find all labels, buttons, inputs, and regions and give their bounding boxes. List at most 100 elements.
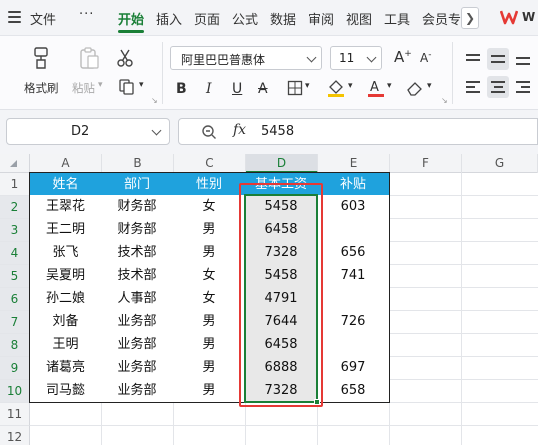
table-header-cell[interactable]: 性别 [173, 172, 246, 196]
copy-icon[interactable] [118, 78, 136, 96]
font-size-select[interactable]: 11 [330, 46, 382, 70]
row-header-3[interactable]: 3 [0, 219, 30, 242]
table-cell[interactable] [317, 333, 390, 357]
table-cell[interactable]: 张飞 [29, 241, 102, 265]
fx-icon[interactable]: fx [233, 122, 246, 138]
format-painter-icon[interactable] [30, 46, 52, 70]
table-cell[interactable]: 7644 [245, 310, 318, 334]
row-header-9[interactable]: 9 [0, 357, 30, 380]
table-header-cell[interactable]: 补贴 [317, 172, 390, 196]
row-header-4[interactable]: 4 [0, 242, 30, 265]
align-middle-icon[interactable] [487, 48, 509, 70]
fill-color-dropdown-icon[interactable]: ▾ [348, 81, 353, 91]
table-header-cell[interactable]: 基本工资 [245, 172, 318, 196]
column-header-a[interactable]: A [30, 154, 102, 173]
table-cell[interactable]: 财务部 [101, 195, 174, 219]
table-cell[interactable]: 王明 [29, 333, 102, 357]
table-cell[interactable]: 业务部 [101, 333, 174, 357]
border-dropdown-icon[interactable]: ▾ [305, 81, 310, 91]
table-cell[interactable]: 男 [173, 218, 246, 242]
table-cell[interactable]: 6458 [245, 218, 318, 242]
formula-value[interactable]: 5458 [261, 124, 294, 139]
table-cell[interactable]: 603 [317, 195, 390, 219]
formula-input-area[interactable]: fx 5458 [178, 118, 538, 145]
table-cell[interactable] [317, 287, 390, 311]
zoom-icon[interactable] [201, 124, 217, 140]
border-icon[interactable] [287, 80, 303, 96]
table-cell[interactable]: 658 [317, 379, 390, 403]
font-color-dropdown-icon[interactable]: ▾ [387, 81, 392, 91]
column-header-c[interactable]: C [174, 154, 246, 173]
paste-dropdown-icon[interactable]: ▾ [98, 80, 103, 90]
paste-icon[interactable] [78, 46, 100, 70]
table-cell[interactable]: 741 [317, 264, 390, 288]
increase-font-size-icon[interactable]: A+ [394, 48, 412, 66]
table-cell[interactable]: 男 [173, 379, 246, 403]
font-expand-icon[interactable]: ↘ [441, 96, 448, 105]
copy-dropdown-icon[interactable]: ▾ [139, 80, 144, 90]
table-cell[interactable] [317, 218, 390, 242]
menu-tab-7[interactable]: 工具 [384, 9, 410, 28]
table-cell[interactable]: 男 [173, 310, 246, 334]
table-cell[interactable]: 6888 [245, 356, 318, 380]
row-header-8[interactable]: 8 [0, 334, 30, 357]
menu-tab-1[interactable]: 插入 [156, 9, 182, 28]
table-cell[interactable]: 男 [173, 333, 246, 357]
table-cell[interactable]: 男 [173, 356, 246, 380]
table-cell[interactable]: 女 [173, 264, 246, 288]
table-cell[interactable]: 656 [317, 241, 390, 265]
cut-icon[interactable] [116, 48, 134, 68]
table-cell[interactable]: 技术部 [101, 241, 174, 265]
more-options-icon[interactable]: ··· [79, 7, 94, 22]
menu-tab-6[interactable]: 视图 [346, 9, 372, 28]
table-cell[interactable]: 诸葛亮 [29, 356, 102, 380]
table-cell[interactable]: 人事部 [101, 287, 174, 311]
menu-tab-4[interactable]: 数据 [270, 9, 296, 28]
table-cell[interactable]: 5458 [245, 195, 318, 219]
column-header-b[interactable]: B [102, 154, 174, 173]
table-cell[interactable]: 孙二娘 [29, 287, 102, 311]
table-cell[interactable]: 7328 [245, 379, 318, 403]
row-header-11[interactable]: 11 [0, 403, 30, 426]
align-top-icon[interactable] [462, 48, 484, 70]
table-cell[interactable]: 5458 [245, 264, 318, 288]
align-right-icon[interactable] [512, 76, 534, 98]
table-header-cell[interactable]: 部门 [101, 172, 174, 196]
table-cell[interactable]: 业务部 [101, 310, 174, 334]
table-cell[interactable]: 业务部 [101, 379, 174, 403]
row-header-5[interactable]: 5 [0, 265, 30, 288]
column-header-d[interactable]: D [246, 154, 318, 173]
table-cell[interactable]: 男 [173, 241, 246, 265]
table-cell[interactable]: 王二明 [29, 218, 102, 242]
bold-button[interactable]: B [176, 81, 187, 97]
table-cell[interactable]: 司马懿 [29, 379, 102, 403]
table-cell[interactable]: 726 [317, 310, 390, 334]
table-cell[interactable]: 6458 [245, 333, 318, 357]
select-all-corner[interactable] [0, 154, 30, 173]
clipboard-expand-icon[interactable]: ↘ [151, 96, 158, 105]
table-header-cell[interactable]: 姓名 [29, 172, 102, 196]
clear-dropdown-icon[interactable]: ▾ [427, 81, 432, 91]
menu-tab-5[interactable]: 审阅 [308, 9, 334, 28]
column-header-e[interactable]: E [318, 154, 390, 173]
menu-tab-2[interactable]: 页面 [194, 9, 220, 28]
decrease-font-size-icon[interactable]: A- [420, 50, 431, 65]
fill-handle[interactable] [314, 399, 320, 405]
align-left-icon[interactable] [462, 76, 484, 98]
menu-scroll-right-button[interactable]: ❯ [461, 7, 479, 29]
name-box[interactable]: D2 [6, 118, 170, 145]
table-cell[interactable]: 技术部 [101, 264, 174, 288]
table-cell[interactable]: 业务部 [101, 356, 174, 380]
column-header-f[interactable]: F [390, 154, 462, 173]
table-cell[interactable]: 7328 [245, 241, 318, 265]
table-cell[interactable]: 刘备 [29, 310, 102, 334]
clear-format-icon[interactable] [406, 80, 424, 96]
row-header-12[interactable]: 12 [0, 426, 30, 445]
format-painter-label[interactable]: 格式刷 [24, 80, 59, 96]
row-header-2[interactable]: 2 [0, 196, 30, 219]
table-cell[interactable]: 4791 [245, 287, 318, 311]
row-header-6[interactable]: 6 [0, 288, 30, 311]
menu-tab-8[interactable]: 会员专 [422, 9, 461, 28]
table-cell[interactable]: 王翠花 [29, 195, 102, 219]
menu-file[interactable]: 文件 [30, 9, 56, 28]
